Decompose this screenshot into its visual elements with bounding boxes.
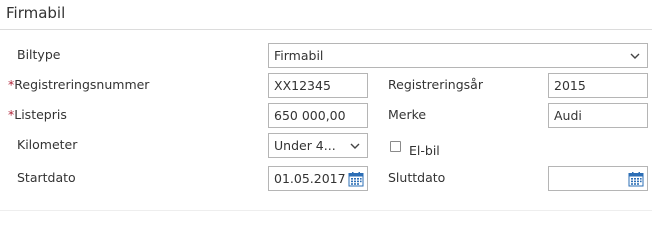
elbil-checkbox[interactable] — [390, 141, 401, 152]
registreringsnummer-label-text: Registreringsnummer — [14, 77, 150, 92]
chevron-down-icon — [630, 53, 640, 59]
merke-label: Merke — [388, 107, 427, 122]
startdato-input[interactable]: 01.05.2017 — [268, 166, 368, 191]
elbil-label: El-bil — [409, 143, 440, 158]
listepris-input[interactable] — [268, 103, 368, 128]
kilometer-value: Under 4... — [274, 138, 336, 153]
kilometer-select[interactable]: Under 4... — [268, 133, 368, 158]
calendar-icon[interactable] — [628, 171, 644, 187]
bottom-divider — [0, 210, 652, 211]
registreringsar-label: Registreringsår — [388, 77, 483, 92]
biltype-value: Firmabil — [274, 48, 324, 63]
startdato-label: Startdato — [17, 170, 76, 185]
calendar-icon[interactable] — [348, 171, 364, 187]
section-title: Firmabil — [6, 4, 66, 22]
biltype-label: Biltype — [17, 47, 61, 62]
registreringsnummer-input[interactable] — [268, 73, 368, 98]
startdato-value: 01.05.2017 — [274, 171, 346, 186]
kilometer-label: Kilometer — [17, 137, 78, 152]
registreringsar-input[interactable] — [548, 73, 648, 98]
sluttdato-input[interactable] — [548, 166, 648, 191]
chevron-down-icon — [350, 143, 360, 149]
listepris-label-text: Listepris — [14, 107, 67, 122]
section-divider — [0, 29, 652, 30]
merke-input[interactable] — [548, 103, 648, 128]
sluttdato-label: Sluttdato — [388, 170, 446, 185]
registreringsnummer-label: *Registreringsnummer — [8, 77, 149, 92]
biltype-select[interactable]: Firmabil — [268, 43, 648, 68]
listepris-label: *Listepris — [8, 107, 67, 122]
